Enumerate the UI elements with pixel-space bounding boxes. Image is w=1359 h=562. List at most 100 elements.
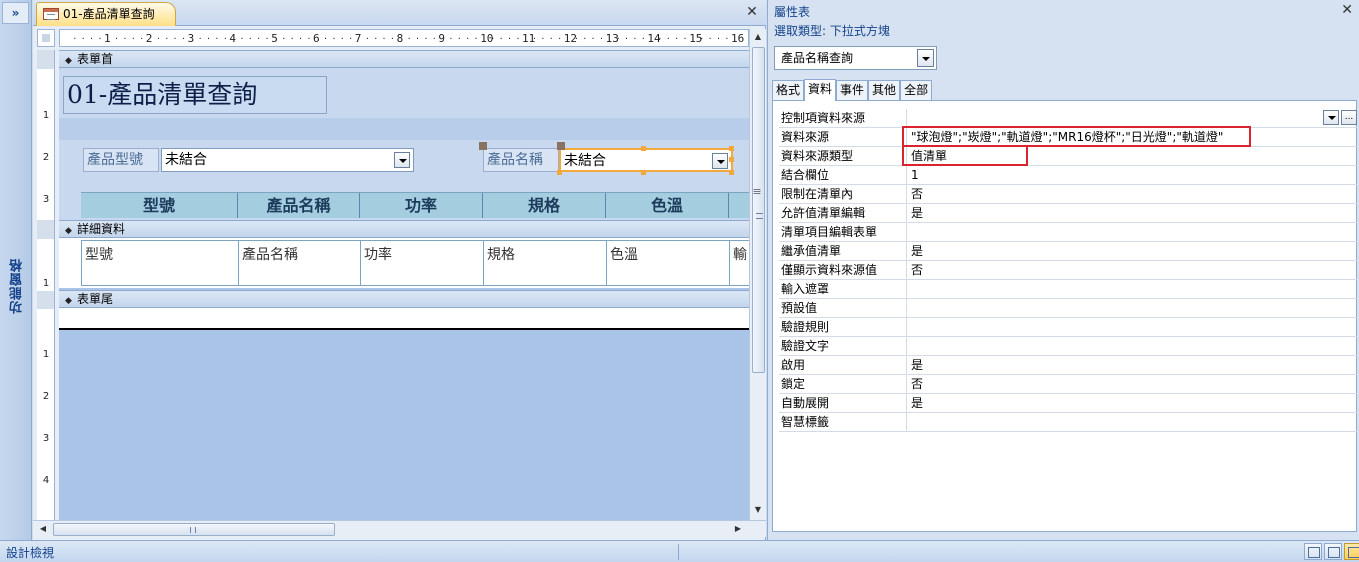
property-value[interactable] — [911, 223, 1356, 242]
detail-field-spec[interactable]: 規格 — [483, 241, 606, 285]
object-selector-dropdown[interactable]: 產品名稱查詢 — [774, 46, 937, 70]
property-row[interactable]: 鎖定否 — [779, 375, 1357, 394]
chevron-down-icon[interactable] — [917, 49, 934, 67]
tab-event[interactable]: 事件 — [836, 80, 869, 101]
property-value[interactable]: 否 — [911, 261, 1356, 280]
detail-field-power[interactable]: 功率 — [360, 241, 483, 285]
ruler-tick: · — [390, 34, 395, 43]
product-name-combobox[interactable]: 未結合 — [559, 148, 733, 172]
column-header-product-name[interactable]: 產品名稱 — [238, 193, 360, 218]
form-footer-section-bar[interactable]: ◆ 表單尾 — [59, 290, 749, 308]
horizontal-scroll-thumb[interactable] — [53, 523, 335, 536]
column-header-color-temp[interactable]: 色溫 — [606, 193, 729, 218]
property-row[interactable]: 自動展開是 — [779, 394, 1357, 413]
form-selector[interactable] — [37, 29, 55, 47]
detail-field-color-temp[interactable]: 色溫 — [606, 241, 729, 285]
property-row[interactable]: 啟用是 — [779, 356, 1357, 375]
product-model-label[interactable]: 產品型號 — [83, 148, 159, 172]
detail-section-bar[interactable]: ◆ 詳細資料 — [59, 220, 749, 238]
vertical-scrollbar[interactable]: ▲ ▼ — [749, 29, 766, 520]
nav-pane-toggle-button[interactable]: » — [2, 2, 29, 24]
property-row[interactable]: 清單項目編輯表單 — [779, 223, 1357, 242]
detail-field-product-name[interactable]: 產品名稱 — [238, 241, 360, 285]
nav-pane-label[interactable]: 功能窗格 — [8, 258, 25, 314]
property-row[interactable]: 驗證規則 — [779, 318, 1357, 337]
chevron-down-icon[interactable] — [1323, 110, 1339, 125]
tab-data[interactable]: 資料 — [804, 79, 837, 101]
chevron-down-icon[interactable] — [394, 152, 410, 168]
property-value[interactable] — [911, 299, 1356, 318]
property-row[interactable]: 驗證文字 — [779, 337, 1357, 356]
property-row[interactable]: 僅顯示資料來源值否 — [779, 261, 1357, 280]
resize-handle-bottom[interactable] — [641, 170, 646, 175]
form-title-label[interactable]: 01-產品清單查詢 — [63, 76, 327, 114]
product-name-label[interactable]: 產品名稱 — [483, 148, 559, 172]
property-row[interactable]: 允許值清單編輯是 — [779, 204, 1357, 223]
property-value[interactable]: 是 — [911, 242, 1356, 261]
property-value[interactable]: 是 — [911, 204, 1356, 223]
scroll-right-icon[interactable]: ▶ — [731, 522, 745, 536]
column-header-spec[interactable]: 規格 — [483, 193, 606, 218]
property-value[interactable] — [911, 280, 1356, 299]
property-value[interactable]: 是 — [911, 356, 1356, 375]
ruler-tick: · — [498, 34, 504, 43]
property-row[interactable]: 輸入遮罩 — [779, 280, 1357, 299]
scroll-down-icon[interactable]: ▼ — [753, 503, 763, 517]
tab-format[interactable]: 格式 — [772, 80, 805, 101]
resize-handle-top-right[interactable] — [729, 146, 734, 151]
builder-button[interactable]: ... — [1341, 110, 1357, 125]
ruler-tick: · — [89, 34, 94, 43]
tab-other[interactable]: 其他 — [868, 80, 901, 101]
form-header-section-bar[interactable]: ◆ 表單首 — [59, 50, 749, 68]
header-stripe — [59, 118, 749, 140]
column-header-model[interactable]: 型號 — [81, 193, 238, 218]
property-row[interactable]: 資料來源類型 值清單 — [779, 147, 1357, 166]
property-value[interactable]: 否 — [911, 185, 1356, 204]
ruler-tick: · — [423, 34, 429, 43]
property-row[interactable]: 預設值 — [779, 299, 1357, 318]
tab-all[interactable]: 全部 — [900, 80, 933, 101]
ruler-mark: 2 — [42, 152, 50, 163]
property-value[interactable] — [911, 318, 1356, 337]
resize-handle-bottom-left[interactable] — [557, 170, 562, 175]
ruler-tick: · — [264, 34, 270, 43]
property-value[interactable] — [911, 413, 1356, 432]
pane-splitter-icon[interactable]: ≡ — [752, 180, 762, 204]
vertical-scroll-thumb[interactable] — [752, 47, 765, 373]
scroll-up-icon[interactable]: ▲ — [753, 30, 763, 44]
resize-handle-right[interactable] — [729, 157, 734, 162]
design-view-button[interactable] — [1344, 543, 1359, 560]
layout-view-button[interactable] — [1324, 543, 1342, 560]
product-model-combobox[interactable]: 未結合 — [161, 148, 414, 172]
chevron-down-icon[interactable] — [712, 153, 728, 169]
property-sheet-close-icon[interactable]: ✕ — [1341, 2, 1353, 18]
property-name: 啟用 — [779, 356, 907, 375]
scroll-left-icon[interactable]: ◀ — [36, 522, 50, 536]
property-name: 智慧標籤 — [779, 413, 907, 432]
ruler-tick: · — [331, 34, 337, 43]
horizontal-ruler[interactable]: 1 2 3 4 5 6 7 8 9 10 11 12 13 14 15 16 · · · · · · · · · · · · · · · · ·… — [59, 29, 749, 47]
property-value[interactable]: 1 — [911, 166, 1356, 185]
move-handle-combobox[interactable] — [557, 142, 565, 150]
property-row[interactable]: 限制在清單內否 — [779, 185, 1357, 204]
property-row[interactable]: 結合欄位 1 — [779, 166, 1357, 185]
resize-handle-bottom-right[interactable] — [729, 170, 734, 175]
form-view-button[interactable] — [1304, 543, 1322, 560]
detail-field-truncated[interactable]: 輸 — [729, 241, 749, 285]
ruler-tick: · — [122, 34, 128, 43]
move-handle-label[interactable] — [479, 142, 487, 150]
product-model-value: 未結合 — [165, 152, 207, 168]
document-close-icon[interactable]: ✕ — [744, 3, 760, 21]
ruler-mark: 3 — [42, 433, 50, 444]
property-value[interactable]: 否 — [911, 375, 1356, 394]
detail-field-model[interactable]: 型號 — [81, 241, 238, 285]
horizontal-scrollbar[interactable]: ◀ ▶ — [33, 520, 766, 537]
property-row[interactable]: 智慧標籤 — [779, 413, 1357, 432]
document-tab[interactable]: 01-產品清單查詢 — [36, 2, 176, 26]
property-value[interactable]: 是 — [911, 394, 1356, 413]
property-row[interactable]: 繼承值清單是 — [779, 242, 1357, 261]
column-header-power[interactable]: 功率 — [360, 193, 483, 218]
vertical-ruler[interactable]: 1 2 3 1 1 2 3 4 — [37, 50, 55, 520]
resize-handle-top[interactable] — [641, 146, 646, 151]
property-value[interactable] — [911, 337, 1356, 356]
